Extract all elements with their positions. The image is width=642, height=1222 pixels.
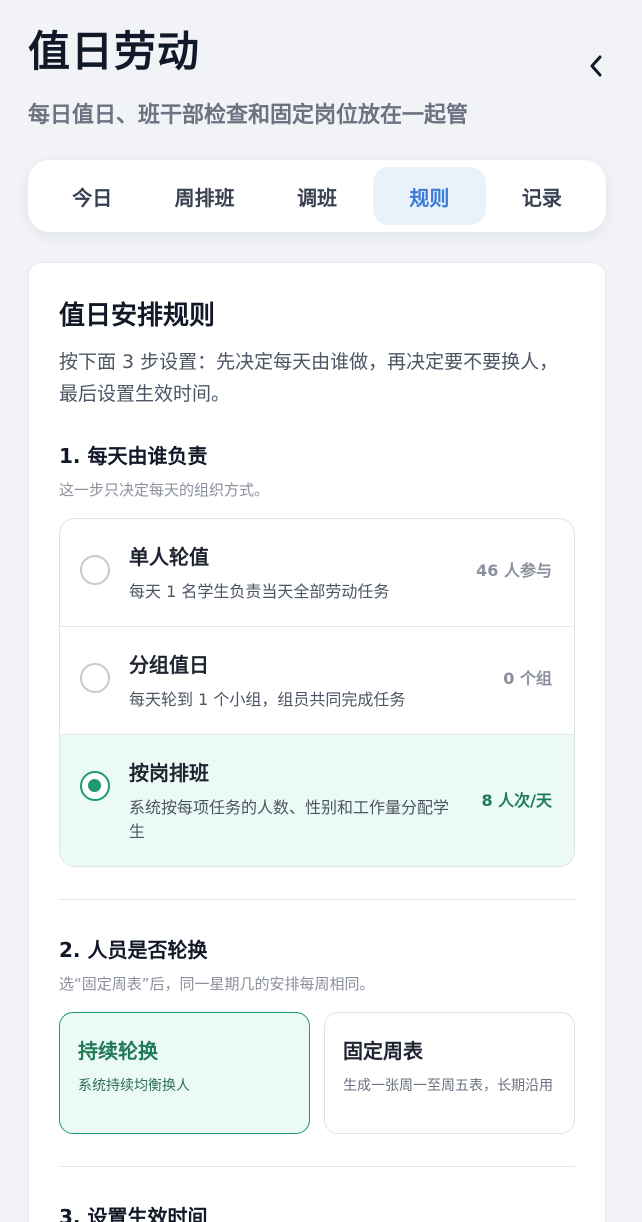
rotation-choices: 持续轮换 系统持续均衡换人 固定周表 生成一张周一至周五表，长期沿用 xyxy=(59,1012,575,1134)
radio-button[interactable] xyxy=(80,663,110,693)
option-single-rotation[interactable]: 单人轮值 每天 1 名学生负责当天全部劳动任务 46 人参与 xyxy=(60,519,574,627)
tab-records[interactable]: 记录 xyxy=(486,167,598,225)
step3-title: 3. 设置生效时间 xyxy=(59,1205,208,1222)
tab-swap[interactable]: 调班 xyxy=(261,167,373,225)
option-group-duty[interactable]: 分组值日 每天轮到 1 个小组，组员共同完成任务 0 个组 xyxy=(60,627,574,735)
step2-hint: 选“固定周表”后，同一星期几的安排每周相同。 xyxy=(59,975,375,993)
choice-name: 持续轮换 xyxy=(78,1039,158,1063)
page-subtitle: 每日值日、班干部检查和固定岗位放在一起管 xyxy=(28,103,469,128)
step1-title: 1. 每天由谁负责 xyxy=(59,444,208,468)
chevron-left-icon xyxy=(590,55,602,77)
option-meta: 46 人参与 xyxy=(476,561,552,580)
divider xyxy=(59,899,575,900)
page-header: 值日劳动 每日值日、班干部检查和固定岗位放在一起管 xyxy=(28,18,618,129)
option-meta: 0 个组 xyxy=(503,669,552,688)
tab-weekly-schedule[interactable]: 周排班 xyxy=(148,167,260,225)
option-name: 分组值日 xyxy=(129,653,209,677)
tab-today[interactable]: 今日 xyxy=(36,167,148,225)
choice-fixed-weekly[interactable]: 固定周表 生成一张周一至周五表，长期沿用 xyxy=(324,1012,575,1134)
option-by-post[interactable]: 按岗排班 系统按每项任务的人数、性别和工作量分配学生 8 人次/天 xyxy=(60,735,574,866)
step1-hint: 这一步只决定每天的组织方式。 xyxy=(59,481,270,499)
radio-button-checked[interactable] xyxy=(80,771,110,801)
step2-section: 2. 人员是否轮换 选“固定周表”后，同一星期几的安排每周相同。 持续轮换 系统… xyxy=(59,934,575,1134)
divider xyxy=(59,1166,575,1167)
choice-desc: 系统持续均衡换人 xyxy=(78,1078,190,1094)
choice-name: 固定周表 xyxy=(343,1039,423,1063)
back-button[interactable] xyxy=(578,48,614,84)
tab-rules[interactable]: 规则 xyxy=(373,167,486,225)
option-desc: 系统按每项任务的人数、性别和工作量分配学生 xyxy=(129,798,450,841)
rules-description: 按下面 3 步设置：先决定每天由谁做，再决定要不要换人，最后设置生效时间。 xyxy=(59,351,559,405)
tab-bar: 今日 周排班 调班 规则 记录 xyxy=(28,160,606,232)
step1-section: 1. 每天由谁负责 这一步只决定每天的组织方式。 单人轮值 每天 1 名学生负责… xyxy=(59,440,575,867)
radio-button[interactable] xyxy=(80,555,110,585)
option-desc: 每天 1 名学生负责当天全部劳动任务 xyxy=(129,582,390,601)
option-meta: 8 人次/天 xyxy=(481,791,552,810)
choice-continuous-rotation[interactable]: 持续轮换 系统持续均衡换人 xyxy=(59,1012,310,1134)
step3-section: 3. 设置生效时间 xyxy=(59,1201,575,1222)
option-name: 按岗排班 xyxy=(129,761,209,785)
choice-desc: 生成一张周一至周五表，长期沿用 xyxy=(343,1078,553,1094)
option-desc: 每天轮到 1 个小组，组员共同完成任务 xyxy=(129,690,406,709)
duty-mode-options: 单人轮值 每天 1 名学生负责当天全部劳动任务 46 人参与 分组值日 每天轮到… xyxy=(59,518,575,867)
page-title: 值日劳动 xyxy=(28,27,201,76)
step2-title: 2. 人员是否轮换 xyxy=(59,938,208,962)
rules-card: 值日安排规则 按下面 3 步设置：先决定每天由谁做，再决定要不要换人，最后设置生… xyxy=(28,262,606,1222)
rules-title: 值日安排规则 xyxy=(59,301,216,331)
